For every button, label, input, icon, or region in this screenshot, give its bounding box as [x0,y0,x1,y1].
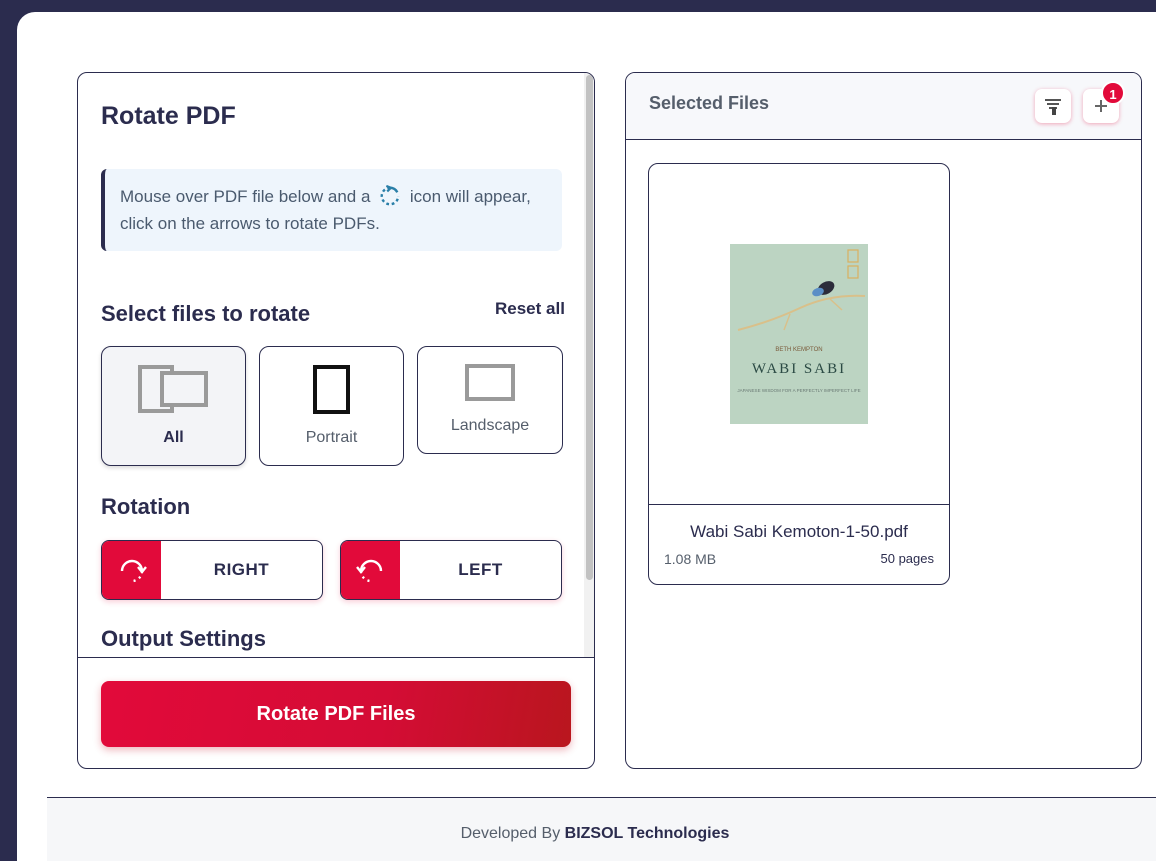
rotate-right-icon-box [102,541,161,599]
info-text-before: Mouse over PDF file below and a [120,187,371,206]
option-portrait-label: Portrait [305,429,358,446]
landscape-page-icon [465,364,515,401]
selected-files-header: Selected Files 1 [626,73,1141,140]
rotate-left-icon-box [341,541,400,599]
option-all[interactable]: All [101,346,246,466]
file-count-badge: 1 [1101,81,1125,105]
output-settings-heading: Output Settings [101,626,266,651]
sort-icon [1045,99,1061,115]
cover-author: BETH KEMPTON [775,347,822,353]
rotation-heading: Rotation [101,494,191,519]
panel-divider [78,657,594,658]
option-landscape-label: Landscape [450,417,530,434]
option-portrait[interactable]: Portrait [259,346,404,466]
file-name: Wabi Sabi Kemoton-1-50.pdf [690,522,908,541]
rotate-right-label: RIGHT [213,560,270,579]
option-all-label: All [163,429,184,446]
cover-subtitle: JAPANESE WISDOM FOR A PERFECTLY IMPERFEC… [737,388,860,393]
rotate-counterclockwise-icon [356,559,383,583]
file-thumbnail-area: BETH KEMPTON WABI SABI JAPANESE WISDOM F… [649,164,949,505]
settings-scrollbar[interactable] [584,73,594,657]
file-size: 1.08 MB [664,551,717,567]
selected-files-heading: Selected Files [649,93,770,113]
scrollbar-thumb[interactable] [586,75,593,580]
pdf-cover-thumbnail: BETH KEMPTON WABI SABI JAPANESE WISDOM F… [730,244,868,424]
rotate-hint-icon [380,185,400,206]
selected-files-panel: Selected Files 1 BETH KEMPTON WABI SABI … [625,72,1142,769]
select-files-heading: Select files to rotate [101,301,311,326]
footer: Developed By BIZSOL Technologies [47,797,1156,861]
footer-company-link[interactable]: BIZSOL Technologies [565,825,730,842]
page-title: Rotate PDF [101,102,236,130]
footer-prefix: Developed By [460,825,561,842]
rotate-settings-panel: Rotate PDF Mouse over PDF file below and… [77,72,595,769]
reset-all-button[interactable]: Reset all [495,299,565,319]
main-card: Rotate PDF Mouse over PDF file below and… [17,12,1156,861]
footer-credit: Developed By BIZSOL Technologies [47,825,1143,843]
option-landscape[interactable]: Landscape [417,346,563,454]
rotate-pdf-files-button[interactable]: Rotate PDF Files [101,681,571,747]
rotate-right-button[interactable]: RIGHT [101,540,323,600]
settings-scroll-area[interactable]: Rotate PDF Mouse over PDF file below and… [78,73,583,657]
cover-title: WABI SABI [752,361,846,377]
rotate-left-label: LEFT [458,560,503,579]
file-card[interactable]: BETH KEMPTON WABI SABI JAPANESE WISDOM F… [648,163,950,585]
file-page-count: 50 pages [880,551,935,566]
rotate-left-button[interactable]: LEFT [340,540,562,600]
portrait-page-icon [313,365,350,414]
all-pages-icon [138,365,208,413]
sort-files-button[interactable] [1035,89,1071,123]
rotate-clockwise-icon [120,559,147,583]
info-box: Mouse over PDF file below and a icon wil… [101,169,562,251]
